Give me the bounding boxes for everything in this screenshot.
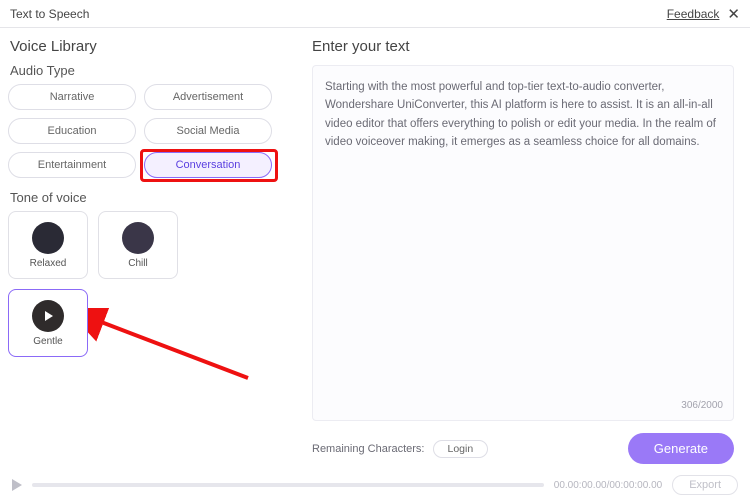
chip-narrative[interactable]: Narrative <box>8 84 136 110</box>
tone-gentle[interactable]: Gentle <box>8 289 88 357</box>
generate-button[interactable]: Generate <box>628 433 734 464</box>
chip-entertainment[interactable]: Entertainment <box>8 152 136 178</box>
text-input[interactable]: Starting with the most powerful and top-… <box>312 65 734 421</box>
tone-chill-label: Chill <box>128 258 147 269</box>
export-button[interactable]: Export <box>672 475 738 495</box>
tone-row-1: Relaxed Chill <box>8 211 274 279</box>
play-button[interactable] <box>12 479 22 491</box>
login-button[interactable]: Login <box>433 440 489 458</box>
chip-social-media[interactable]: Social Media <box>144 118 272 144</box>
tone-chill[interactable]: Chill <box>98 211 178 279</box>
playback-bar: 00.00:00.00/00:00:00.00 Export <box>0 470 750 500</box>
char-counter: 306/2000 <box>681 398 723 414</box>
window-title: Text to Speech <box>10 7 89 21</box>
remaining-characters-label: Remaining Characters: <box>312 443 425 455</box>
feedback-link[interactable]: Feedback <box>667 7 720 21</box>
time-display: 00.00:00.00/00:00:00.00 <box>554 480 662 491</box>
tone-of-voice-label: Tone of voice <box>10 190 274 205</box>
enter-your-text-title: Enter your text <box>312 38 734 55</box>
audio-type-label: Audio Type <box>10 63 274 78</box>
voice-library-sidebar: Voice Library Audio Type Narrative Adver… <box>0 28 282 470</box>
avatar-gentle <box>32 300 64 332</box>
content-pane: Enter your text Starting with the most p… <box>282 28 750 470</box>
avatar-relaxed <box>32 222 64 254</box>
seek-track[interactable] <box>32 483 544 487</box>
text-value: Starting with the most powerful and top-… <box>325 81 716 148</box>
close-icon[interactable]: ✕ <box>727 5 740 23</box>
tone-row-2: Gentle <box>8 289 274 357</box>
top-toolbar: Text to Speech Feedback ✕ <box>0 0 750 28</box>
audio-type-grid: Narrative Advertisement Education Social… <box>8 84 274 178</box>
tone-relaxed[interactable]: Relaxed <box>8 211 88 279</box>
play-icon <box>45 311 53 321</box>
tone-relaxed-label: Relaxed <box>30 258 67 269</box>
chip-advertisement[interactable]: Advertisement <box>144 84 272 110</box>
chip-education[interactable]: Education <box>8 118 136 144</box>
chip-conversation[interactable]: Conversation <box>144 152 272 178</box>
voice-library-title: Voice Library <box>8 38 274 55</box>
avatar-chill <box>122 222 154 254</box>
tone-gentle-label: Gentle <box>33 336 62 347</box>
